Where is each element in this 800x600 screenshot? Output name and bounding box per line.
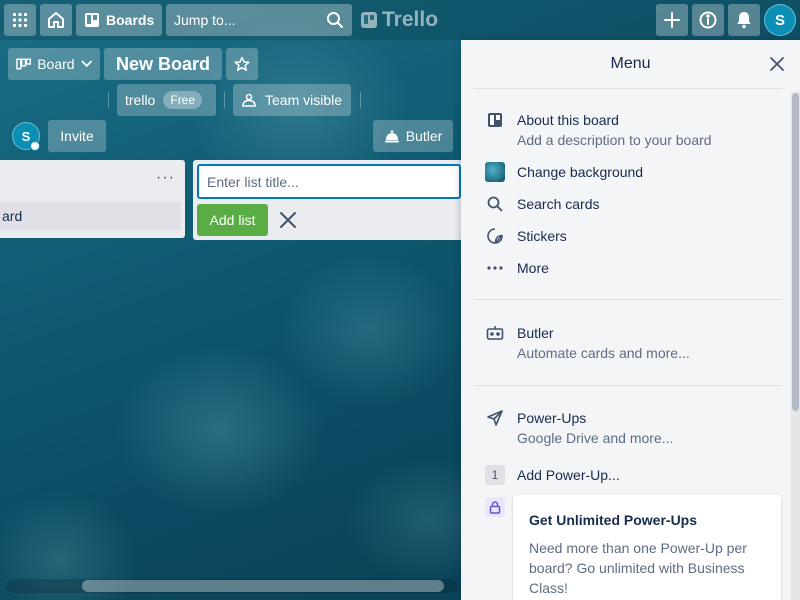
- list-card[interactable]: ard: [0, 202, 181, 230]
- search-icon: [485, 194, 505, 214]
- jump-to-search[interactable]: Jump to...: [166, 4, 352, 36]
- board-title[interactable]: New Board: [104, 48, 222, 80]
- search-icon: [327, 12, 343, 28]
- butler-button[interactable]: Butler: [373, 120, 453, 152]
- add-list-button[interactable]: Add list: [197, 204, 268, 236]
- board-view-label: Board: [37, 56, 75, 72]
- divider: [360, 92, 361, 108]
- board-menu-panel: Menu About this board Add a description …: [461, 40, 800, 600]
- menu-item-butler[interactable]: Butler Automate cards and more...: [485, 323, 775, 365]
- visibility-label: Team visible: [265, 92, 343, 108]
- bell-icon: [737, 12, 751, 29]
- divider: [224, 92, 225, 108]
- rocket-icon: [485, 408, 505, 428]
- trello-logo-icon: [361, 12, 377, 28]
- menu-item-sub: Automate cards and more...: [517, 345, 690, 361]
- menu-scrollbar-thumb[interactable]: [792, 93, 799, 411]
- upsell-body: Need more than one Power-Up per board? G…: [529, 540, 747, 596]
- divider: [473, 299, 783, 300]
- team-name: trello: [125, 92, 156, 108]
- notifications-button[interactable]: [728, 4, 760, 36]
- board-icon: [485, 110, 505, 130]
- invite-button[interactable]: Invite: [48, 120, 106, 152]
- menu-item-stickers[interactable]: Stickers: [485, 226, 775, 248]
- boards-label: Boards: [106, 12, 155, 28]
- close-icon[interactable]: [278, 210, 298, 230]
- board-icon: [85, 13, 99, 27]
- background-thumbnail: [485, 162, 505, 182]
- menu-item-search-cards[interactable]: Search cards: [485, 194, 775, 216]
- trello-logo[interactable]: Trello: [361, 8, 438, 32]
- menu-item-add-power-up[interactable]: Add Power-Up...: [485, 465, 775, 487]
- create-button[interactable]: [656, 4, 688, 36]
- menu-item-label: Power-Ups: [517, 410, 587, 426]
- menu-item-more[interactable]: More: [485, 258, 775, 280]
- menu-item-power-ups[interactable]: Power-Ups Google Drive and more...: [485, 408, 775, 450]
- list-menu-icon[interactable]: ···: [156, 170, 175, 186]
- info-icon: [699, 11, 717, 29]
- butler-icon: [485, 323, 505, 343]
- home-button[interactable]: [40, 4, 72, 36]
- divider: [108, 92, 109, 108]
- menu-item-sub: Add a description to your board: [517, 132, 712, 148]
- team-visible-icon: [242, 93, 256, 107]
- butler-bell-icon: [384, 130, 399, 143]
- team-button[interactable]: trello Free: [117, 84, 216, 116]
- add-list-form: Add list: [193, 160, 463, 240]
- menu-item-label: More: [517, 260, 549, 276]
- star-icon: [234, 56, 250, 71]
- apps-button[interactable]: [4, 4, 36, 36]
- sticker-icon: [485, 226, 505, 246]
- star-board-button[interactable]: [226, 48, 258, 80]
- menu-item-about[interactable]: About this board Add a description to yo…: [485, 110, 775, 152]
- chevron-down-icon: [80, 60, 92, 68]
- user-avatar[interactable]: S: [764, 4, 796, 36]
- top-header: Boards Jump to... Trello S: [0, 0, 800, 40]
- admin-badge-icon: [30, 141, 40, 151]
- plus-icon: [664, 12, 680, 28]
- list: ··· ard: [0, 160, 185, 238]
- menu-item-label: Stickers: [517, 228, 567, 244]
- info-button[interactable]: [692, 4, 724, 36]
- horizontal-scrollbar-thumb[interactable]: [82, 580, 444, 592]
- upsell-title: Get Unlimited Power-Ups: [529, 512, 698, 528]
- list-title-input[interactable]: [197, 164, 461, 199]
- menu-item-label: Butler: [517, 325, 554, 341]
- menu-item-label: Change background: [517, 164, 644, 180]
- boards-button[interactable]: Boards: [76, 4, 162, 36]
- menu-title: Menu: [610, 55, 651, 72]
- more-icon: [485, 258, 505, 278]
- menu-item-change-background[interactable]: Change background: [485, 162, 775, 184]
- board-view-switcher[interactable]: Board: [8, 48, 100, 80]
- power-ups-upsell-card[interactable]: Get Unlimited Power-Ups Need more than o…: [513, 495, 781, 600]
- butler-label: Butler: [405, 128, 443, 144]
- menu-item-sub: Google Drive and more...: [517, 430, 674, 446]
- plan-badge: Free: [163, 91, 203, 109]
- divider: [473, 88, 783, 89]
- search-placeholder: Jump to...: [174, 12, 236, 28]
- logo-text: Trello: [382, 8, 439, 31]
- close-icon[interactable]: [769, 56, 785, 72]
- menu-item-label: Search cards: [517, 196, 600, 212]
- visibility-button[interactable]: Team visible: [233, 84, 351, 116]
- divider: [473, 385, 783, 386]
- board-view-icon: [16, 58, 31, 70]
- lock-icon: [485, 497, 505, 517]
- grid-icon: [13, 13, 27, 27]
- menu-item-label: About this board: [517, 112, 619, 128]
- home-icon: [48, 12, 64, 28]
- menu-item-label: Add Power-Up...: [517, 467, 620, 483]
